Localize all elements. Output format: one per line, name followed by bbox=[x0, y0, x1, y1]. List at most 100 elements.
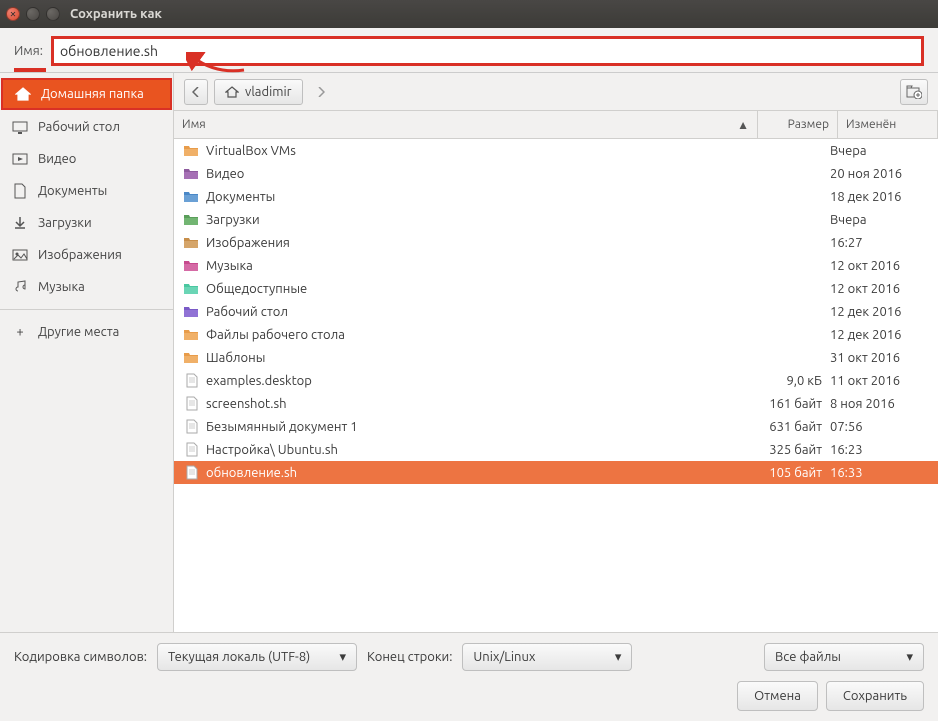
sidebar-item-5[interactable]: Изображения bbox=[0, 239, 173, 271]
filter-combo[interactable]: Все файлы ▾ bbox=[764, 643, 924, 671]
column-header-modified[interactable]: Изменён bbox=[838, 111, 938, 138]
sort-asc-icon: ▲ bbox=[737, 118, 749, 132]
column-header-size[interactable]: Размер bbox=[758, 111, 838, 138]
folder-icon bbox=[182, 328, 200, 341]
sidebar-separator bbox=[0, 309, 173, 310]
sidebar-item-2[interactable]: Видео bbox=[0, 143, 173, 175]
chevron-left-icon bbox=[192, 87, 200, 97]
new-folder-button[interactable] bbox=[900, 79, 928, 105]
path-forward-button[interactable] bbox=[309, 79, 333, 105]
file-row[interactable]: Безымянный документ 1631 байт07:56 bbox=[174, 415, 938, 438]
file-name: Видео bbox=[206, 167, 750, 181]
file-list[interactable]: VirtualBox VMsВчераВидео20 ноя 2016Докум… bbox=[174, 139, 938, 632]
file-name: Файлы рабочего стола bbox=[206, 328, 750, 342]
folder-icon bbox=[182, 305, 200, 318]
eol-combo[interactable]: Unix/Linux ▾ bbox=[462, 643, 632, 671]
column-header-name[interactable]: Имя ▲ bbox=[174, 111, 758, 138]
file-name: Настройка\ Ubuntu.sh bbox=[206, 443, 750, 457]
file-row[interactable]: Шаблоны 31 окт 2016 bbox=[174, 346, 938, 369]
file-name: screenshot.sh bbox=[206, 397, 750, 411]
sidebar-item-4[interactable]: Загрузки bbox=[0, 207, 173, 239]
file-name: Загрузки bbox=[206, 213, 750, 227]
chevron-down-icon: ▾ bbox=[615, 650, 622, 665]
file-modified: 16:33 bbox=[830, 466, 930, 480]
chevron-down-icon: ▾ bbox=[906, 650, 913, 665]
sidebar-item-label: Музыка bbox=[38, 280, 85, 294]
sidebar-item-0[interactable]: Домашняя папка bbox=[1, 78, 172, 110]
file-modified: 31 окт 2016 bbox=[830, 351, 930, 365]
folder-icon bbox=[182, 282, 200, 295]
sidebar-item-1[interactable]: Рабочий стол bbox=[0, 111, 173, 143]
file-row[interactable]: Изображения16:27 bbox=[174, 231, 938, 254]
sidebar-item-label: Загрузки bbox=[38, 216, 92, 230]
file-modified: 8 ноя 2016 bbox=[830, 397, 930, 411]
file-name: Музыка bbox=[206, 259, 750, 273]
file-modified: Вчера bbox=[830, 213, 930, 227]
path-back-button[interactable] bbox=[184, 79, 208, 105]
home-icon bbox=[15, 87, 31, 101]
file-row[interactable]: Видео 20 ноя 2016 bbox=[174, 162, 938, 185]
close-window-button[interactable]: ✕ bbox=[6, 7, 20, 21]
window-title: Сохранить как bbox=[70, 7, 162, 21]
file-modified: 12 окт 2016 bbox=[830, 259, 930, 273]
file-icon bbox=[182, 442, 200, 457]
file-row[interactable]: Общедоступные12 окт 2016 bbox=[174, 277, 938, 300]
chevron-down-icon: ▾ bbox=[339, 650, 346, 665]
file-row[interactable]: обновление.sh105 байт16:33 bbox=[174, 461, 938, 484]
file-row[interactable]: Документы 18 дек 2016 bbox=[174, 185, 938, 208]
file-modified: 18 дек 2016 bbox=[830, 190, 930, 204]
file-modified: 20 ноя 2016 bbox=[830, 167, 930, 181]
music-icon bbox=[12, 280, 28, 294]
plus-icon: + bbox=[12, 325, 28, 339]
file-icon bbox=[182, 373, 200, 388]
file-name: VirtualBox VMs bbox=[206, 144, 750, 158]
encoding-combo[interactable]: Текущая локаль (UTF-8) ▾ bbox=[157, 643, 357, 671]
image-icon bbox=[12, 248, 28, 262]
annotation-arrow-icon bbox=[186, 52, 246, 78]
file-size: 161 байт bbox=[750, 397, 830, 411]
file-row[interactable]: examples.desktop9,0 кБ11 окт 2016 bbox=[174, 369, 938, 392]
path-segment-label: vladimir bbox=[245, 85, 292, 99]
save-button[interactable]: Сохранить bbox=[826, 681, 924, 711]
sidebar-item-6[interactable]: Музыка bbox=[0, 271, 173, 303]
minimize-window-button[interactable] bbox=[26, 7, 40, 21]
file-icon bbox=[182, 396, 200, 411]
video-icon bbox=[12, 152, 28, 166]
file-name: Рабочий стол bbox=[206, 305, 750, 319]
download-icon bbox=[12, 216, 28, 230]
file-name: обновление.sh bbox=[206, 466, 750, 480]
path-segment-home[interactable]: vladimir bbox=[214, 79, 303, 105]
file-name: Изображения bbox=[206, 236, 750, 250]
sidebar-item-label: Изображения bbox=[38, 248, 122, 262]
file-size: 631 байт bbox=[750, 420, 830, 434]
file-modified: 12 дек 2016 bbox=[830, 305, 930, 319]
file-row[interactable]: Рабочий стол 12 дек 2016 bbox=[174, 300, 938, 323]
new-folder-icon bbox=[906, 85, 922, 99]
file-row[interactable]: VirtualBox VMsВчера bbox=[174, 139, 938, 162]
name-input-wrap[interactable] bbox=[51, 36, 924, 66]
file-modified: 07:56 bbox=[830, 420, 930, 434]
sidebar: Домашняя папкаРабочий столВидео Документы… bbox=[0, 73, 174, 632]
file-modified: 16:23 bbox=[830, 443, 930, 457]
maximize-window-button[interactable] bbox=[46, 7, 60, 21]
file-size: 9,0 кБ bbox=[750, 374, 830, 388]
folder-icon bbox=[182, 190, 200, 203]
file-name: Шаблоны bbox=[206, 351, 750, 365]
name-label: Имя: bbox=[14, 44, 43, 58]
sidebar-item-label: Документы bbox=[38, 184, 107, 198]
file-row[interactable]: Настройка\ Ubuntu.sh325 байт16:23 bbox=[174, 438, 938, 461]
sidebar-other-places[interactable]: + Другие места bbox=[0, 316, 173, 348]
column-headers: Имя ▲ Размер Изменён bbox=[174, 111, 938, 139]
sidebar-other-label: Другие места bbox=[38, 325, 119, 339]
file-row[interactable]: screenshot.sh161 байт8 ноя 2016 bbox=[174, 392, 938, 415]
home-icon bbox=[225, 86, 239, 98]
file-row[interactable]: Загрузки Вчера bbox=[174, 208, 938, 231]
sidebar-item-3[interactable]: Документы bbox=[0, 175, 173, 207]
file-modified: 12 дек 2016 bbox=[830, 328, 930, 342]
file-modified: 12 окт 2016 bbox=[830, 282, 930, 296]
cancel-button[interactable]: Отмена bbox=[737, 681, 818, 711]
file-row[interactable]: Музыка 12 окт 2016 bbox=[174, 254, 938, 277]
file-row[interactable]: Файлы рабочего стола 12 дек 2016 bbox=[174, 323, 938, 346]
eol-label: Конец строки: bbox=[367, 650, 452, 664]
file-name: Документы bbox=[206, 190, 750, 204]
